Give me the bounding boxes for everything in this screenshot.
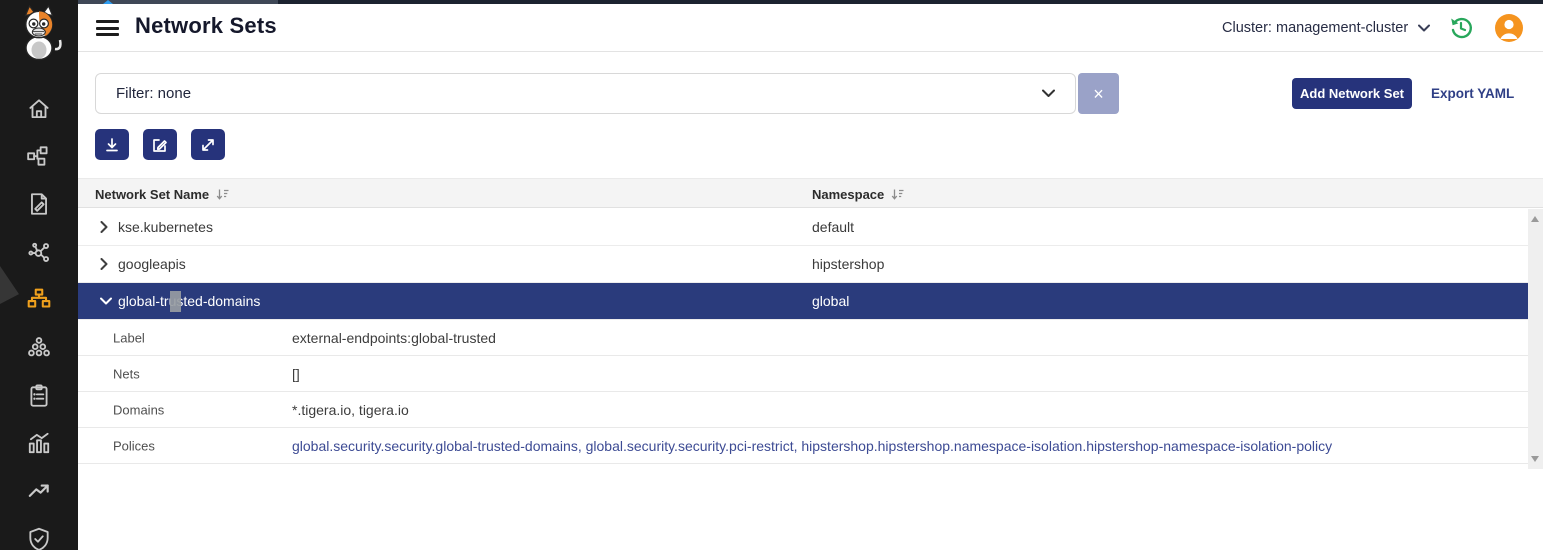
- namespace-value: global: [812, 293, 849, 309]
- detail-label: Label: [113, 330, 145, 345]
- expand-icon: [200, 137, 216, 153]
- page-header: Network Sets Cluster: management-cluster: [78, 4, 1543, 52]
- network-set-name: global-trusted-domains: [118, 293, 260, 309]
- table-scrollbar[interactable]: [1528, 209, 1543, 469]
- add-network-set-button[interactable]: Add Network Set: [1292, 78, 1412, 109]
- expand-button[interactable]: [191, 129, 225, 160]
- network-sets-page: Network Sets Cluster: management-cluster…: [0, 0, 1543, 550]
- table-row-global-trusted-domains[interactable]: global-trusted-domains global: [78, 283, 1528, 320]
- chevron-right-icon[interactable]: [100, 258, 108, 270]
- chevron-down-icon: [1418, 20, 1430, 36]
- detail-row-nets: Nets []: [78, 356, 1528, 392]
- clusters-icon[interactable]: [25, 334, 53, 362]
- home-icon[interactable]: [25, 95, 53, 123]
- column-header-network-set-name[interactable]: Network Set Name: [95, 179, 229, 209]
- scroll-up-icon[interactable]: [1531, 216, 1539, 222]
- nodes-icon[interactable]: [25, 238, 53, 266]
- network-sets-icon[interactable]: [25, 286, 53, 314]
- chevron-right-icon[interactable]: [100, 221, 108, 233]
- table-header: Network Set Name Namespace: [78, 178, 1543, 208]
- network-sets-table: kse.kubernetes default googleapis hipste…: [78, 209, 1528, 464]
- history-icon[interactable]: [1447, 14, 1475, 42]
- trends-icon[interactable]: [25, 477, 53, 505]
- namespace-value: default: [812, 219, 854, 235]
- detail-value: []: [292, 366, 300, 382]
- namespace-value: hipstershop: [812, 256, 884, 272]
- calico-cat-logo: [9, 3, 69, 61]
- statistics-icon[interactable]: [25, 429, 53, 457]
- sort-icon[interactable]: [891, 188, 904, 201]
- scroll-down-icon[interactable]: [1531, 456, 1539, 462]
- cluster-selector-label: Cluster: management-cluster: [1222, 20, 1408, 36]
- detail-row-label: Label external-endpoints:global-trusted: [78, 320, 1528, 356]
- close-icon: ×: [1093, 85, 1104, 103]
- sidebar: [0, 0, 78, 550]
- download-button[interactable]: [95, 129, 129, 160]
- filter-select-value: Filter: none: [116, 85, 191, 102]
- detail-label: Nets: [113, 366, 140, 381]
- column-label: Network Set Name: [95, 187, 209, 202]
- chevron-down-icon: [1042, 85, 1055, 102]
- column-header-namespace[interactable]: Namespace: [812, 179, 904, 209]
- detail-row-domains: Domains *.tigera.io, tigera.io: [78, 392, 1528, 428]
- sort-icon[interactable]: [216, 188, 229, 201]
- page-title: Network Sets: [135, 13, 277, 39]
- shield-icon[interactable]: [25, 525, 53, 550]
- cluster-selector[interactable]: Cluster: management-cluster: [1222, 4, 1430, 52]
- column-label: Namespace: [812, 187, 884, 202]
- detail-label: Domains: [113, 402, 164, 417]
- network-set-name: kse.kubernetes: [118, 219, 213, 235]
- detail-value-policies[interactable]: global.security.security.global-trusted-…: [292, 438, 1332, 454]
- compliance-icon[interactable]: [25, 382, 53, 410]
- service-graph-icon[interactable]: [25, 142, 53, 170]
- chevron-down-icon[interactable]: [100, 297, 112, 305]
- policies-icon[interactable]: [25, 190, 53, 218]
- clear-filter-button[interactable]: ×: [1078, 73, 1119, 114]
- export-yaml-link[interactable]: Export YAML: [1431, 86, 1514, 101]
- detail-label: Polices: [113, 438, 155, 453]
- download-icon: [104, 137, 120, 153]
- edit-icon: [152, 137, 168, 153]
- menu-toggle-icon[interactable]: [96, 20, 119, 36]
- user-avatar[interactable]: [1495, 14, 1523, 42]
- detail-row-polices: Polices global.security.security.global-…: [78, 428, 1528, 464]
- detail-value: external-endpoints:global-trusted: [292, 330, 496, 346]
- filter-select[interactable]: Filter: none: [95, 73, 1076, 114]
- edit-button[interactable]: [143, 129, 177, 160]
- mouse-cursor-arrow: [0, 266, 19, 304]
- detail-value: *.tigera.io, tigera.io: [292, 402, 409, 418]
- table-row-kse-kubernetes[interactable]: kse.kubernetes default: [78, 209, 1528, 246]
- network-set-name: googleapis: [118, 256, 186, 272]
- text-cursor-artifact: [170, 291, 181, 312]
- table-row-googleapis[interactable]: googleapis hipstershop: [78, 246, 1528, 283]
